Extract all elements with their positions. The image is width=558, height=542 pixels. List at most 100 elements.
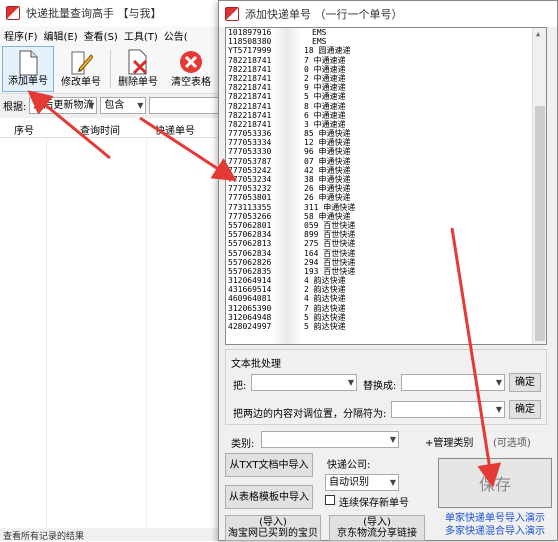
manage-category-link[interactable]: +管理类别 [425,434,473,449]
edit-number-button[interactable]: 修改单号 [55,46,107,92]
tracking-number: 7770533365 [228,129,277,139]
tracking-company-name: 百世快递 [323,266,356,276]
clear-table-button[interactable]: 清空表格 [165,46,217,92]
col-tracking-number[interactable]: 快递单号 [155,122,195,137]
tracking-company-name: 韵达快递 [313,285,346,295]
tracking-suffix: 6 [304,110,309,120]
tracking-suffix: 059 [304,220,319,230]
tracking-company-name: 中通速递 [313,92,346,102]
tracking-suffix: 07 [304,156,314,166]
tracking-suffix: 9 [304,83,309,93]
tracking-number: 1018979162 [228,28,277,37]
tracking-company: 26 申通快递 [304,184,350,193]
results-table[interactable] [0,138,229,528]
chevron-down-icon: ▼ [88,100,95,110]
replace-from-select[interactable]: ▼ [251,374,357,391]
import-template-button[interactable]: 从表格模板中导入 [225,485,313,509]
import-taobao-top: (导入) [259,517,287,528]
tracking-company-name: 百世快递 [323,257,356,267]
tracking-number: 782218741 [228,119,272,129]
tracking-company: 3 中通速递 [304,120,346,129]
tracking-company: 8 中通速递 [304,102,346,111]
scrollbar-thumb[interactable] [535,106,545,341]
courier-select[interactable]: 自动识别 ▼ [325,474,399,491]
import-jd-label: 京东物流分享链接 [337,528,417,539]
filter-bar: 根据: 最后更新物流 ▼ 包含 ▼ [0,94,229,116]
dialog-title: 添加快递单号 （一行一个单号） [245,8,403,21]
tracking-company: 58 申通快递 [304,212,350,221]
filter-operator-value: 包含 [104,99,125,111]
tracking-company: 9 中通速递 [304,83,346,92]
filter-label: 根据: [3,101,27,113]
scroll-up-icon[interactable]: ▲ [536,30,540,39]
tracking-suffix: 311 [304,202,319,212]
tracking-company: 193 百世快递 [304,267,355,276]
tracking-company: 4 韵达快递 [304,276,346,285]
menu-view[interactable]: 查看(S) [84,28,118,43]
tracking-suffix: 5 [304,92,309,102]
chevron-down-icon: ▼ [137,100,144,110]
tracking-number: 7770532327 [228,184,277,194]
replace-confirm-button[interactable]: 确定 [509,373,541,392]
filter-operator-select[interactable]: 包含 ▼ [100,96,147,114]
tracking-numbers-textarea[interactable]: 1018979162 EMS 1185083801 EMS YT5717999 18 … [225,27,547,345]
mixed-import-demo-link[interactable]: 多家快递混合导入演示 [445,525,545,538]
tracking-suffix: 5 [304,312,309,322]
tracking-company-name: 百世快递 [323,220,356,230]
tracking-number: 5570628267 [228,257,277,267]
tracking-suffix: 164 [304,248,319,258]
tracking-company: 38 申通快递 [304,175,350,184]
import-taobao-button[interactable]: (导入) 淘宝网已买到的宝贝 [225,515,321,541]
continuous-save-label: 连续保存新单号 [339,498,409,509]
tracking-number: 782218741 [228,55,272,65]
swap-confirm-button[interactable]: 确定 [509,400,541,419]
toolbar-separator [110,50,111,88]
menubar: 程序(F) 编辑(E) 查看(S) 工具(T) 公告( [0,26,229,44]
tracking-company-name: 百世快递 [323,230,356,240]
tracking-number: 782218741 [228,73,272,83]
menu-tools[interactable]: 工具(T) [124,28,158,43]
batch-title: 文本批处理 [231,359,281,370]
tracking-company: 7 韵达快递 [304,304,346,313]
delete-number-button[interactable]: 删除单号 [112,46,164,92]
col-query-time[interactable]: 查询时间 [80,122,120,137]
add-number-button[interactable]: 添加单号 [2,46,54,92]
tracking-number: 7770532425 [228,165,277,175]
tracking-number: 7770533346 [228,138,277,148]
continuous-save-checkbox[interactable] [325,495,335,505]
tracking-company: 85 申通快递 [304,129,350,138]
menu-program[interactable]: 程序(F) [4,28,38,43]
menu-edit[interactable]: 编辑(E) [44,28,78,43]
tracking-suffix: 58 [304,211,314,221]
tracking-suffix: 18 [304,46,314,56]
filter-field-select[interactable]: 最后更新物流 ▼ [29,96,98,114]
category-select[interactable]: ▼ [261,431,399,448]
chevron-down-icon: ▼ [495,405,502,414]
filter-value-input[interactable] [149,96,228,114]
save-button[interactable]: 保存 [438,458,552,508]
single-import-demo-link[interactable]: 单家快递单号导入演示 [445,512,545,525]
tracking-number: 3120649481 [228,312,277,322]
textarea-scrollbar[interactable]: ▲ [532,28,546,344]
separator-select[interactable]: ▼ [391,401,505,418]
menu-notice[interactable]: 公告( [164,28,188,43]
tracking-suffix: 193 [304,266,319,276]
tracking-number: YT5717999 [228,46,272,56]
tracking-company-name: 申通快递 [318,211,351,221]
chevron-down-icon: ▼ [389,478,396,487]
replace-to-select[interactable]: ▼ [401,374,505,391]
import-txt-button[interactable]: 从TXT文档中导入 [225,453,313,477]
tracking-company-name: 圆通速递 [318,46,351,56]
tracking-number: 782218741 [228,101,272,111]
grid-line [46,138,47,528]
tracking-company-name: 中通速递 [313,119,346,129]
col-index[interactable]: 序号 [14,122,34,137]
tracking-company: 275 百世快递 [304,239,355,248]
import-jd-button[interactable]: (导入) 京东物流分享链接 [329,515,425,541]
tracking-company: 07 申通快递 [304,157,350,166]
edit-number-label: 修改单号 [61,77,101,88]
tracking-company: 42 申通快递 [304,166,350,175]
import-taobao-label: 淘宝网已买到的宝贝 [228,528,318,539]
tracking-number: 7770533309 [228,147,277,157]
tracking-suffix: 12 [304,138,314,148]
